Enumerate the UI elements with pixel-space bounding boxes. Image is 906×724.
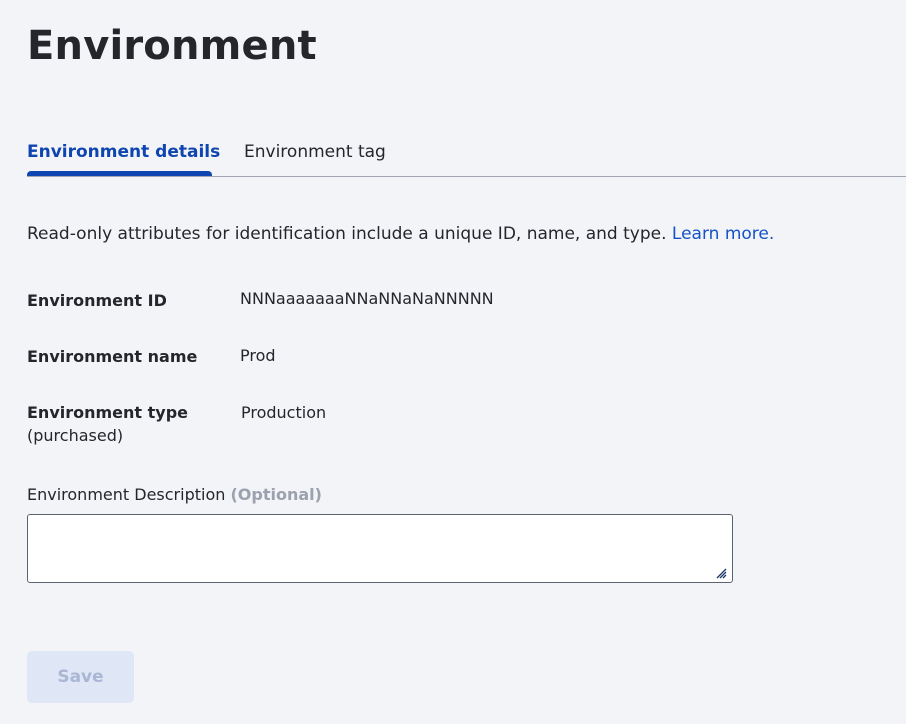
resize-handle-icon[interactable] [715,567,727,579]
environment-name-label: Environment name [27,347,198,366]
environment-id-label: Environment ID [27,291,167,310]
page-title: Environment [27,23,317,69]
tab-environment-tag[interactable]: Environment tag [244,140,386,164]
environment-name-value: Prod [240,346,276,365]
tab-environment-details[interactable]: Environment details [27,140,220,164]
optional-label: (Optional) [230,485,322,504]
environment-type-value: Production [241,403,327,422]
save-button[interactable]: Save [27,651,134,703]
intro-text: Read-only attributes for identification … [27,222,774,246]
environment-type-label-text: Environment type [27,403,189,422]
description-textarea[interactable] [27,514,733,583]
description-label-text: Environment Description [27,485,226,504]
environment-type-sublabel: (purchased) [27,426,124,445]
learn-more-link[interactable]: Learn more. [672,224,774,244]
tab-bar: Environment details Environment tag [0,130,906,178]
intro-description: Read-only attributes for identification … [27,224,672,244]
environment-id-value: NNNaaaaaaaNNaNNaNaNNNNN [240,289,494,308]
environment-type-label: Environment type (purchased) [27,401,188,447]
description-label: Environment Description (Optional) [27,483,322,506]
tab-divider [27,176,906,177]
